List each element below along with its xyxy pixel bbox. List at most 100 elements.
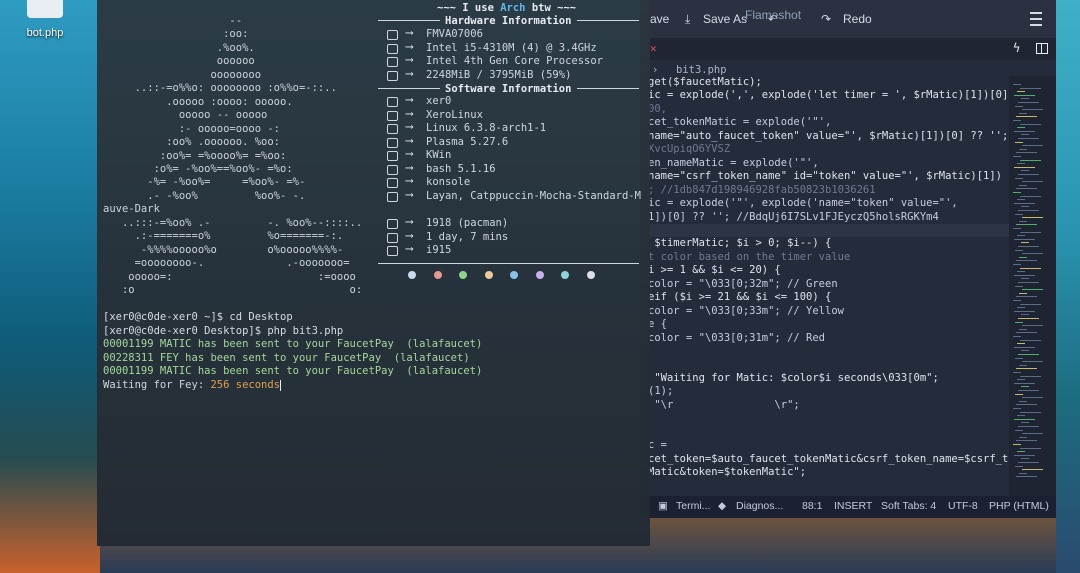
terminal-icon[interactable]: ▣ xyxy=(658,500,668,512)
terminal-line: 00228311 FEY has been sent to your Fauce… xyxy=(103,351,470,364)
code-line[interactable]: name="csrf_token_name" id="token" value=… xyxy=(648,170,1002,183)
palette-dot xyxy=(408,271,416,279)
terminal-window[interactable]: ~~~ I use Arch btw ~~~ Hardware Informat… xyxy=(97,0,650,546)
terminal-line: [xer0@c0de-xer0 Desktop]$ php bit3.php xyxy=(103,324,344,337)
terminal-line: 00001199 MATIC has been sent to your Fau… xyxy=(103,365,483,377)
code-line[interactable]: color = "\033[0;31m"; // Red xyxy=(648,332,825,345)
ascii-line: -%%%%ooooo%o o%ooooo%%%%- xyxy=(103,243,344,256)
menu-icon[interactable] xyxy=(1030,12,1042,26)
code-line[interactable]: cet_token=$auto_faucet_tokenMatic&csrf_t… xyxy=(648,453,1008,466)
terminal-value: konsole xyxy=(426,176,471,188)
desktop-value: Plasma 5.27.6 xyxy=(426,135,509,148)
cpu-value: Intel i5-4310M (4) @ 3.4GHz xyxy=(426,41,597,54)
status-terminal[interactable]: Termi... xyxy=(676,500,710,512)
code-line[interactable]: "Waiting for Matic: $color$i seconds\033… xyxy=(648,372,938,385)
status-mode: INSERT xyxy=(834,500,873,512)
code-line[interactable]: c = xyxy=(648,439,667,452)
arrow-icon: ⟶ xyxy=(406,26,413,39)
code-line[interactable]: 1])[0] ?? ''; //BdqUj6I7SLv1FJEyczQ5hols… xyxy=(648,211,939,224)
distro-icon xyxy=(387,110,398,121)
arrow-icon: ⟶ xyxy=(406,215,413,228)
arrow-icon: ⟶ xyxy=(406,174,413,187)
code-editor-window: ave ⤓ Save As ↶ ↷ Redo ✕ ϟ › bit3.php ge… xyxy=(640,0,1056,518)
text-cursor xyxy=(280,379,282,391)
arrow-icon: ⟶ xyxy=(406,228,413,242)
ascii-line: :- ooooo=oooo -: xyxy=(103,122,281,135)
ascii-line: :oo%= =%oooo%= =%oo: xyxy=(103,149,287,162)
status-language[interactable]: PHP (HTML) xyxy=(989,500,1049,512)
packages-icon xyxy=(387,219,398,229)
ascii-line: .%oo%. xyxy=(103,41,255,54)
code-line[interactable]: $timerMatic; $i > 0; $i--) { xyxy=(648,237,831,250)
status-bar: ▣ Termi... ◆ Diagnos... 88:1 INSERT Soft… xyxy=(640,496,1056,518)
host-value: FMVA07006 xyxy=(426,28,483,40)
ascii-line: auve-Dark xyxy=(103,203,160,216)
packages-value: 1918 (pacman) xyxy=(426,217,509,229)
code-line[interactable]: XvcUpiqO6YVSZ xyxy=(648,143,730,156)
ascii-line: oooooo xyxy=(103,55,255,68)
waiting-line: Waiting for Fey: 256 seconds xyxy=(103,379,282,391)
ascii-line: =oooooooo-. .-ooooooo= xyxy=(103,257,350,270)
code-line[interactable]: ; //1db847d198946928fab50823b1036261 xyxy=(648,184,876,197)
host-icon xyxy=(387,30,398,40)
arrow-icon: ⟶ xyxy=(406,242,413,255)
save-as-button[interactable]: Save As xyxy=(703,12,747,26)
arrow-icon: ⟶ xyxy=(406,39,413,53)
status-tabs[interactable]: Soft Tabs: 4 xyxy=(881,500,936,512)
lightning-icon[interactable]: ϟ xyxy=(1013,41,1020,55)
redo-button[interactable]: Redo xyxy=(843,12,872,26)
palette-dot xyxy=(433,271,442,279)
code-line[interactable]: 00, xyxy=(648,103,667,116)
distro-value: XeroLinux xyxy=(426,108,483,121)
code-line[interactable]: (1); xyxy=(648,385,673,398)
kernel-icon xyxy=(387,124,398,134)
code-line[interactable] xyxy=(640,223,1010,237)
arrow-icon: ⟶ xyxy=(406,106,413,120)
save-button[interactable]: ave xyxy=(650,12,669,26)
desktop-icon-label[interactable]: bot.php xyxy=(20,27,70,39)
code-line[interactable]: en_nameMatic = explode('"', xyxy=(648,157,819,170)
arrow-icon: ⟶ xyxy=(406,66,413,80)
status-encoding[interactable]: UTF-8 xyxy=(948,500,978,512)
code-line[interactable]: i >= 1 && $i <= 20) { xyxy=(648,264,781,277)
arrow-icon: ⟶ xyxy=(406,160,413,174)
code-line[interactable]: color = "\033[0;32m"; // Green xyxy=(648,278,838,291)
uptime-icon xyxy=(387,232,398,243)
code-line[interactable]: "\r \r"; xyxy=(648,399,799,412)
kernel-value: Linux 6.3.8-arch1-1 xyxy=(426,122,547,134)
code-line[interactable]: ic = explode(',', explode('let timer = '… xyxy=(648,89,1008,102)
breadcrumb-file[interactable]: bit3.php xyxy=(676,64,727,76)
code-line[interactable]: cet_tokenMatic = explode('"', xyxy=(648,116,831,129)
close-tab-icon[interactable]: ✕ xyxy=(650,42,657,55)
code-line[interactable]: Matic&token=$tokenMatic"; xyxy=(648,466,806,479)
gpu-icon xyxy=(387,57,398,67)
save-as-icon[interactable]: ⤓ xyxy=(685,12,690,27)
code-line[interactable]: name="auto_faucet_token" value="', $rMat… xyxy=(648,130,1008,143)
window-manager-value: KWin xyxy=(426,149,452,161)
status-position[interactable]: 88:1 xyxy=(802,500,822,512)
redo-icon[interactable]: ↷ xyxy=(821,12,831,26)
split-view-icon[interactable] xyxy=(1036,43,1048,54)
code-line[interactable]: ic = explode('"', explode('name="token" … xyxy=(648,197,958,210)
file-icon[interactable] xyxy=(27,0,63,18)
palette-dot xyxy=(535,271,544,279)
code-line[interactable]: t color based on the timer value xyxy=(648,251,850,264)
ascii-line: ..:::-=%oo% .- -. %oo%--::::.. xyxy=(103,216,363,229)
ascii-line: :o%= -%oo%==%oo%- =%o: xyxy=(103,162,293,175)
uptime-value: 1 day, 7 mins xyxy=(426,230,509,243)
code-line[interactable]: eif ($i >= 21 && $i <= 100) { xyxy=(648,291,831,304)
code-line[interactable]: get($faucetMatic); xyxy=(648,76,762,89)
hardware-title: Hardware Information xyxy=(445,15,572,27)
arrow-icon: ⟶ xyxy=(406,53,413,66)
status-diagnostics[interactable]: Diagnos... xyxy=(736,500,783,512)
minimap[interactable] xyxy=(1009,76,1056,496)
arrow-icon: ⟶ xyxy=(406,147,413,160)
diagnostics-icon[interactable]: ◆ xyxy=(718,500,726,512)
code-line[interactable]: e { xyxy=(648,318,667,331)
user-icon xyxy=(387,97,398,107)
driver-value: i915 xyxy=(426,244,452,256)
chevron-right-icon: › xyxy=(652,64,659,76)
ascii-line: ooooo -- ooooo xyxy=(103,109,268,122)
code-line[interactable]: color = "\033[0;33m"; // Yellow xyxy=(648,305,844,318)
terminal-icon xyxy=(387,178,398,188)
